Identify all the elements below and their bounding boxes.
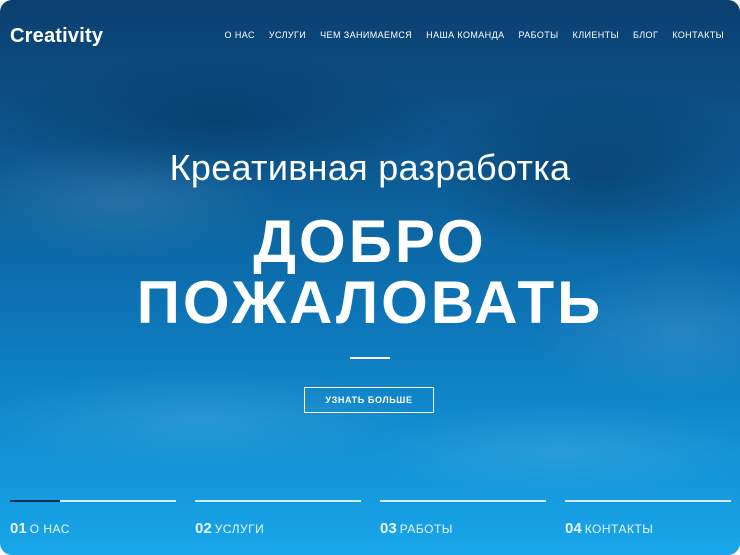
nav-item-services[interactable]: УСЛУГИ: [269, 30, 306, 40]
hero-subtitle: Креативная разработка: [169, 147, 571, 188]
slide-navigation: 01 О НАС 02 УСЛУГИ 03 РАБОТЫ 04 КОНТАКТЫ: [0, 500, 740, 555]
site-header: Creativity О НАС УСЛУГИ ЧЕМ ЗАНИМАЕМСЯ Н…: [0, 0, 740, 74]
slide-tab-label: 04 КОНТАКТЫ: [565, 520, 653, 537]
slide-title: РАБОТЫ: [399, 522, 453, 536]
slide-progress-fill: [10, 500, 60, 502]
slide-tab-contacts[interactable]: 04 КОНТАКТЫ: [565, 500, 731, 555]
hero-title-line-1: ДОБРО: [253, 208, 487, 275]
slide-tab-works[interactable]: 03 РАБОТЫ: [380, 500, 546, 555]
hero-page: Creativity О НАС УСЛУГИ ЧЕМ ЗАНИМАЕМСЯ Н…: [0, 0, 740, 555]
slide-tab-label: 02 УСЛУГИ: [195, 520, 264, 537]
slide-title: О НАС: [29, 522, 70, 536]
slide-number: 03: [380, 520, 397, 537]
slide-number: 04: [565, 520, 582, 537]
slide-tab-label: 03 РАБОТЫ: [380, 520, 453, 537]
slide-title: УСЛУГИ: [214, 522, 265, 536]
title-divider: [350, 357, 390, 359]
nav-item-what-we-do[interactable]: ЧЕМ ЗАНИМАЕМСЯ: [320, 30, 412, 40]
nav-item-contacts[interactable]: КОНТАКТЫ: [672, 30, 724, 40]
slide-progress-track: [195, 500, 361, 502]
nav-item-team[interactable]: НАША КОМАНДА: [426, 30, 504, 40]
slide-tab-about[interactable]: 01 О НАС: [10, 500, 176, 555]
logo[interactable]: Creativity: [10, 25, 103, 48]
slide-number: 02: [195, 520, 212, 537]
nav-item-works[interactable]: РАБОТЫ: [518, 30, 558, 40]
slide-progress-track: [565, 500, 731, 502]
slide-tab-services[interactable]: 02 УСЛУГИ: [195, 500, 361, 555]
nav-item-clients[interactable]: КЛИЕНТЫ: [573, 30, 619, 40]
slide-progress-track: [380, 500, 546, 502]
hero-title-line-2: ПОЖАЛОВАТЬ: [136, 269, 604, 336]
main-nav: О НАС УСЛУГИ ЧЕМ ЗАНИМАЕМСЯ НАША КОМАНДА…: [225, 30, 724, 40]
slide-tab-label: 01 О НАС: [10, 520, 70, 537]
slide-number: 01: [10, 520, 27, 537]
nav-item-blog[interactable]: БЛОГ: [633, 30, 658, 40]
nav-item-about[interactable]: О НАС: [225, 30, 255, 40]
learn-more-button[interactable]: УЗНАТЬ БОЛЬШЕ: [304, 387, 434, 413]
slide-title: КОНТАКТЫ: [584, 522, 654, 536]
